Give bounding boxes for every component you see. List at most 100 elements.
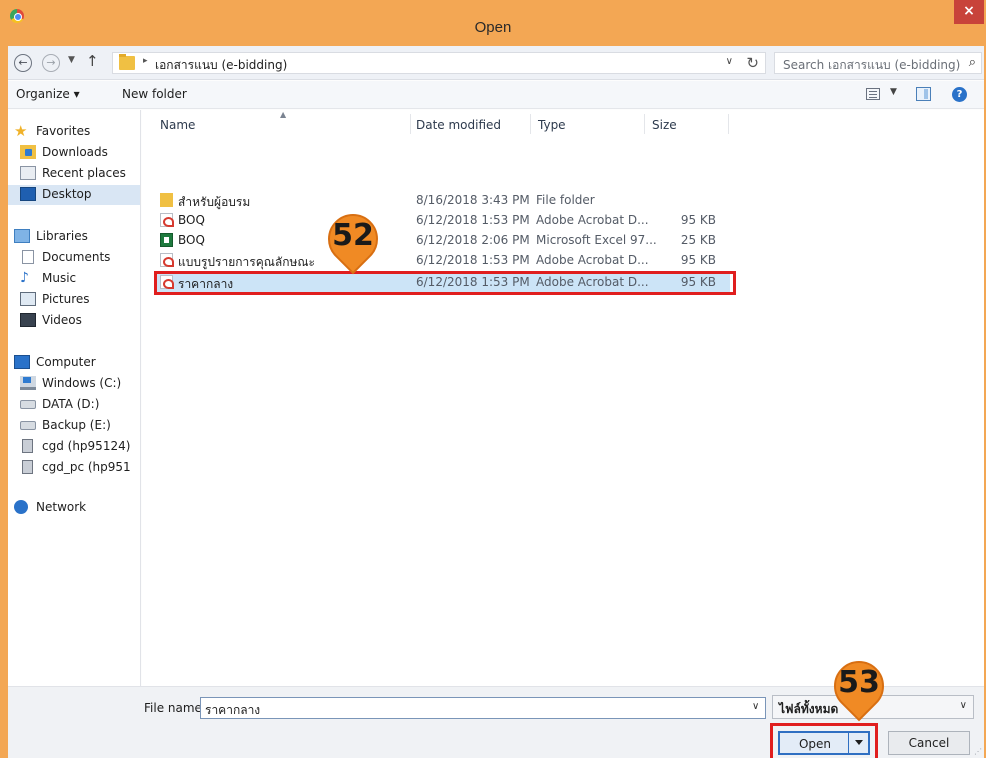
file-size: 95 KB [680, 253, 716, 267]
step-callout-marker: 53 [823, 650, 895, 722]
file-name: BOQ [178, 213, 205, 227]
breadcrumb-chevron-icon[interactable]: ▸ [143, 56, 148, 66]
address-history-dropdown[interactable]: ∨ [726, 56, 733, 67]
folder-icon [160, 193, 173, 207]
file-row[interactable]: BOQ 6/12/2018 2:06 PM Microsoft Excel 97… [154, 230, 730, 250]
view-options-dropdown[interactable]: ▼ [890, 87, 897, 97]
nav-label: Desktop [42, 187, 92, 201]
computer-icon [14, 355, 30, 369]
chevron-down-icon: ∨ [959, 700, 967, 711]
window-frame-left [0, 0, 8, 758]
command-toolbar: Organize ▾ New folder ▼ ? [8, 81, 984, 109]
nav-label: Documents [42, 250, 111, 264]
file-type: Microsoft Excel 97... [536, 233, 657, 247]
forward-button[interactable]: → [42, 54, 60, 72]
nav-label: Music [42, 271, 77, 285]
search-input[interactable]: Search เอกสารแนบ (e-bidding) ⌕ [774, 52, 982, 74]
nav-label: Downloads [42, 145, 108, 159]
file-name: BOQ [178, 233, 205, 247]
navigation-pane: ★ Favorites Downloads Recent places Desk… [8, 110, 141, 686]
pdf-icon [160, 213, 174, 227]
open-button-highlight-box [770, 723, 878, 758]
dialog-content: ← → ▼ ↑ ▸ เอกสารแนบ (e-bidding) ∨ ↻ Sear… [8, 46, 984, 758]
column-header-type[interactable]: Type [538, 118, 566, 132]
drive-icon [20, 400, 36, 409]
nav-label: Recent places [42, 166, 126, 180]
refresh-icon[interactable]: ↻ [746, 54, 759, 72]
column-divider[interactable] [644, 114, 645, 134]
up-button[interactable]: ↑ [86, 52, 99, 70]
file-date: 6/12/2018 1:53 PM [416, 253, 530, 267]
file-size: 25 KB [680, 233, 716, 247]
file-row[interactable]: แบบรูปรายการคุณลักษณะ 6/12/2018 1:53 PM … [154, 250, 730, 270]
new-folder-button[interactable]: New folder [122, 87, 187, 101]
help-icon[interactable]: ? [952, 87, 967, 102]
videos-icon [20, 313, 36, 327]
pictures-icon [20, 292, 36, 306]
file-name-value: ราคากลาง [205, 703, 261, 717]
nav-label: Favorites [36, 124, 91, 138]
column-header-name[interactable]: Name [160, 118, 195, 132]
file-date: 8/16/2018 3:43 PM [416, 193, 530, 207]
column-divider[interactable] [728, 114, 729, 134]
pdf-icon [160, 253, 174, 267]
nav-label: Backup (E:) [42, 418, 111, 432]
breadcrumb-current-folder[interactable]: เอกสารแนบ (e-bidding) [155, 56, 287, 75]
nav-label: Windows (C:) [42, 376, 122, 390]
file-name-field[interactable]: ราคากลาง [200, 697, 766, 719]
star-icon: ★ [14, 122, 28, 140]
file-name-label: File name: [144, 701, 206, 715]
address-row: ← → ▼ ↑ ▸ เอกสารแนบ (e-bidding) ∨ ↻ Sear… [8, 46, 984, 80]
cancel-button[interactable]: Cancel [888, 731, 970, 755]
file-type: Adobe Acrobat D... [536, 253, 649, 267]
view-options-icon[interactable] [866, 88, 880, 100]
file-type-filter-value: ไฟล์ทั้งหมด [779, 702, 839, 716]
nav-label: DATA (D:) [42, 397, 100, 411]
file-size: 95 KB [680, 213, 716, 227]
open-file-dialog: Open × ← → ▼ ↑ ▸ เอกสารแนบ (e-bidding) ∨… [0, 0, 986, 758]
nav-label: Computer [36, 355, 96, 369]
network-drive-icon [22, 460, 33, 474]
network-icon [14, 500, 28, 514]
nav-label: cgd_pc (hp951 [42, 460, 131, 474]
column-divider[interactable] [410, 114, 411, 134]
recent-locations-dropdown[interactable]: ▼ [68, 55, 75, 65]
file-type: Adobe Acrobat D... [536, 213, 649, 227]
nav-label: Libraries [36, 229, 88, 243]
drive-icon [20, 421, 36, 430]
file-row[interactable]: BOQ 6/12/2018 1:53 PM Adobe Acrobat D...… [154, 210, 730, 230]
folder-icon [119, 54, 135, 70]
file-row[interactable]: สำหรับผู้อบรม 8/16/2018 3:43 PM File fol… [154, 190, 730, 210]
step-number: 53 [838, 665, 880, 700]
file-type: File folder [536, 193, 595, 207]
column-header-date-modified[interactable]: Date modified [416, 118, 501, 132]
libraries-icon [14, 229, 30, 243]
file-date: 6/12/2018 1:53 PM [416, 213, 530, 227]
back-button[interactable]: ← [14, 54, 32, 72]
desktop-icon [20, 187, 36, 201]
nav-label: cgd (hp95124) [42, 439, 131, 453]
column-header-size[interactable]: Size [652, 118, 677, 132]
search-icon[interactable]: ⌕ [969, 55, 976, 70]
dialog-footer: File name: ราคากลาง ∨ ไฟล์ทั้งหมด ∨ Open… [8, 650, 984, 758]
documents-icon [22, 250, 34, 264]
downloads-icon [20, 145, 36, 159]
close-button[interactable]: × [954, 0, 984, 24]
file-list: Name ▲ Date modified Type Size สำหรับผู้… [142, 110, 984, 686]
step-callout-marker: 52 [317, 203, 389, 275]
organize-menu-button[interactable]: Organize ▾ [16, 87, 80, 101]
network-drive-icon [22, 439, 33, 453]
selection-highlight-box [154, 271, 736, 295]
column-divider[interactable] [530, 114, 531, 134]
step-number: 52 [332, 218, 374, 253]
recent-places-icon [20, 166, 36, 180]
resize-grip-icon[interactable]: ⋰ [974, 747, 982, 756]
nav-label: Pictures [42, 292, 90, 306]
address-bar[interactable]: ▸ เอกสารแนบ (e-bidding) ∨ ↻ [112, 52, 766, 74]
preview-pane-icon[interactable] [916, 87, 931, 101]
file-name-dropdown[interactable]: ∨ [752, 701, 759, 712]
search-placeholder: Search เอกสารแนบ (e-bidding) [783, 58, 961, 72]
title-bar[interactable]: Open × [0, 0, 986, 46]
music-icon: ♪ [20, 270, 29, 286]
nav-item-desktop[interactable]: Desktop [8, 185, 140, 205]
